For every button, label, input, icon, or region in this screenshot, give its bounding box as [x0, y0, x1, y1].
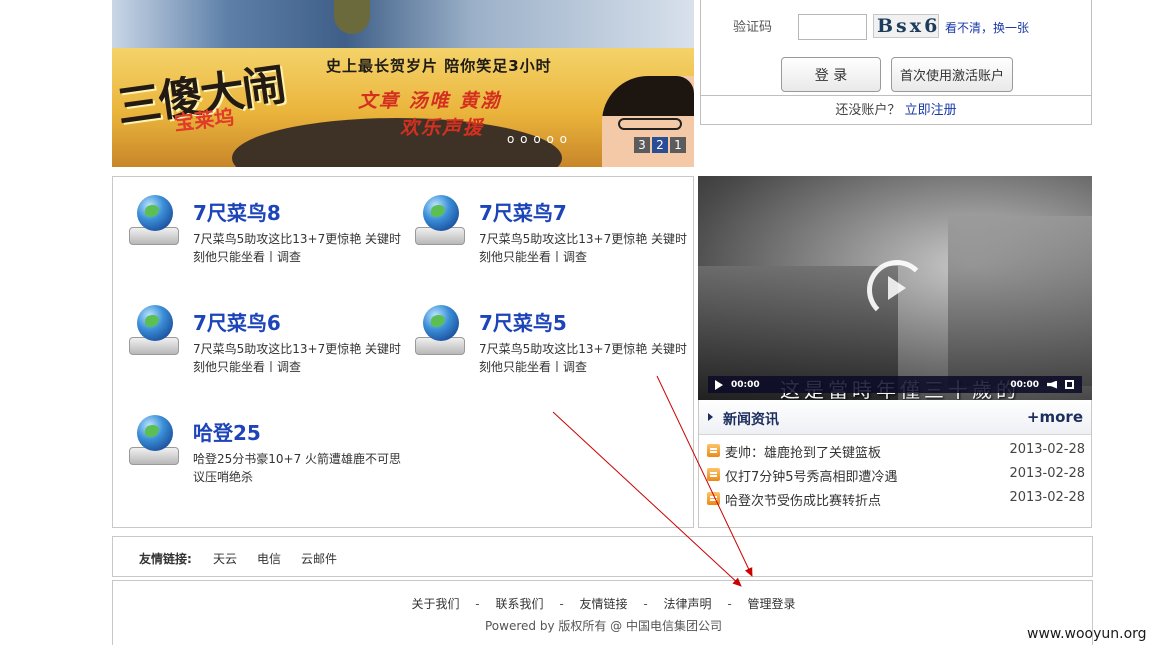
- news-card: 7尺菜鸟6 7尺菜鸟5助攻这比13+7更惊艳 关键时刻他只能坐看丨调查: [127, 303, 401, 399]
- news-date: 2013-02-28: [1009, 490, 1085, 505]
- news-card-desc: 7尺菜鸟5助攻这比13+7更惊艳 关键时刻他只能坐看丨调查: [193, 342, 402, 374]
- news-list-header: 新闻资讯 +more: [699, 400, 1091, 435]
- separator: -: [475, 597, 480, 611]
- register-prompt: 还没账户？ 立即注册: [701, 99, 1091, 118]
- arrow-right-icon: [708, 413, 713, 421]
- news-date: 2013-02-28: [1009, 466, 1085, 481]
- news-card-title[interactable]: 7尺菜鸟6: [193, 307, 281, 336]
- friend-link-dianxin[interactable]: 电信: [257, 550, 281, 567]
- footer-link-legal[interactable]: 法律声明: [664, 597, 712, 611]
- news-card: 7尺菜鸟7 7尺菜鸟5助攻这比13+7更惊艳 关键时刻他只能坐看丨调查: [413, 193, 687, 289]
- footer-nav: 关于我们 - 联系我们 - 友情链接 - 法律声明 - 管理登录: [113, 595, 1094, 612]
- document-icon: [707, 444, 720, 457]
- banner-support: 欢乐声援: [400, 117, 485, 139]
- footer-link-admin-login[interactable]: 管理登录: [748, 597, 796, 611]
- news-list-panel: 新闻资讯 +more 麦帅：雄鹿抢到了关键篮板 2013-02-28 仅打7分钟…: [698, 400, 1092, 528]
- news-card: 哈登25 哈登25分书豪10+7 火箭遭雄鹿不可思议压哨绝杀: [127, 413, 401, 509]
- play-button-icon[interactable]: [715, 379, 723, 390]
- banner-bubbles: o o o o o: [507, 132, 568, 146]
- register-link[interactable]: 立即注册: [905, 103, 957, 118]
- copyright-text: Powered by 版权所有 @ 中国电信集团公司: [485, 619, 722, 633]
- footer-link-about[interactable]: 关于我们: [411, 597, 459, 611]
- footer-link-contact[interactable]: 联系我们: [495, 597, 543, 611]
- login-panel: 验证码 Bsx6 看不清，换一张 登 录 首次使用激活账户 还没账户？ 立即注册: [700, 0, 1092, 125]
- globe-icon: [127, 193, 181, 249]
- separator: -: [727, 597, 732, 611]
- news-card-title[interactable]: 7尺菜鸟8: [193, 197, 281, 226]
- movie-logo: 三傻大闹 宝莱坞: [114, 60, 346, 138]
- list-item: 麦帅：雄鹿抢到了关键篮板 2013-02-28: [707, 440, 1085, 461]
- watermark: www.wooyun.org: [1027, 626, 1147, 642]
- captcha-refresh-link[interactable]: 看不清，换一张: [945, 19, 1029, 36]
- news-headline[interactable]: 仅打7分钟5号秀高相即遭冷遇: [725, 466, 898, 485]
- globe-icon: [413, 193, 467, 249]
- divider: [701, 95, 1091, 96]
- microphone-graphic: [334, 0, 370, 34]
- banner-slogan: 史上最长贺岁片 陪你笑足3小时: [326, 57, 552, 75]
- news-card-title[interactable]: 哈登25: [193, 417, 261, 446]
- globe-icon: [127, 413, 181, 469]
- banner-photo: [112, 0, 694, 48]
- actress-portrait: [602, 76, 694, 167]
- friend-links-bar: 友情链接: 天云 电信 云邮件: [112, 536, 1093, 577]
- friend-link-tianyun[interactable]: 天云: [213, 550, 237, 567]
- current-time: 00:00: [731, 379, 760, 390]
- no-account-text: 还没账户？: [835, 103, 901, 118]
- banner-stars: 文章 汤唯 黄渤: [358, 90, 502, 112]
- news-card-desc: 7尺菜鸟5助攻这比13+7更惊艳 关键时刻他只能坐看丨调查: [479, 342, 688, 374]
- list-item: 仅打7分钟5号秀高相即遭冷遇 2013-02-28: [707, 464, 1085, 485]
- footer: 关于我们 - 联系我们 - 友情链接 - 法律声明 - 管理登录 Powered…: [112, 580, 1093, 645]
- video-player[interactable]: 这是當時年僅三十歲的 00:00 00:00: [698, 176, 1092, 400]
- news-card: 7尺菜鸟8 7尺菜鸟5助攻这比13+7更惊艳 关键时刻他只能坐看丨调查: [127, 193, 401, 289]
- news-card-desc: 哈登25分书豪10+7 火箭遭雄鹿不可思议压哨绝杀: [193, 452, 402, 484]
- activate-account-button[interactable]: 首次使用激活账户: [891, 57, 1013, 92]
- total-time: 00:00: [1010, 379, 1039, 390]
- news-card: 7尺菜鸟5 7尺菜鸟5助攻这比13+7更惊艳 关键时刻他只能坐看丨调查: [413, 303, 687, 399]
- separator: -: [643, 597, 648, 611]
- captcha-image[interactable]: Bsx6: [873, 14, 939, 38]
- more-link[interactable]: +more: [1027, 408, 1083, 426]
- friend-links-label: 友情链接:: [139, 552, 192, 566]
- news-headline[interactable]: 哈登次节受伤成比赛转折点: [725, 490, 881, 509]
- play-icon[interactable]: [888, 276, 906, 300]
- news-card-title[interactable]: 7尺菜鸟5: [479, 307, 567, 336]
- globe-icon: [413, 303, 467, 359]
- login-button[interactable]: 登 录: [781, 57, 881, 92]
- news-card-desc: 7尺菜鸟5助攻这比13+7更惊艳 关键时刻他只能坐看丨调查: [479, 232, 688, 264]
- slide-dot-1[interactable]: 1: [670, 137, 686, 153]
- separator: -: [559, 597, 564, 611]
- news-list-title: 新闻资讯: [723, 412, 779, 428]
- slide-dot-3[interactable]: 3: [634, 137, 650, 153]
- captcha-label: 验证码: [733, 20, 773, 35]
- globe-icon: [127, 303, 181, 359]
- news-headline[interactable]: 麦帅：雄鹿抢到了关键篮板: [725, 442, 881, 461]
- slide-indicators: 3 2 1: [634, 137, 686, 153]
- list-item: 哈登次节受伤成比赛转折点 2013-02-28: [707, 488, 1085, 509]
- captcha-input[interactable]: [798, 14, 867, 40]
- friend-link-yunyoujian[interactable]: 云邮件: [301, 550, 337, 567]
- fullscreen-icon[interactable]: [1065, 380, 1074, 389]
- document-icon: [707, 492, 720, 505]
- slide-dot-2[interactable]: 2: [652, 137, 668, 153]
- promo-banner[interactable]: 三傻大闹 宝莱坞 史上最长贺岁片 陪你笑足3小时 文章 汤唯 黄渤 欢乐声援 o…: [112, 0, 694, 167]
- news-card-title[interactable]: 7尺菜鸟7: [479, 197, 567, 226]
- news-date: 2013-02-28: [1009, 442, 1085, 457]
- video-controls: 00:00 00:00: [708, 376, 1082, 393]
- footer-link-friends[interactable]: 友情链接: [579, 597, 627, 611]
- document-icon: [707, 468, 720, 481]
- volume-icon[interactable]: [1047, 380, 1057, 389]
- movie-logo-sub: 宝莱坞: [173, 104, 236, 136]
- news-grid: 7尺菜鸟8 7尺菜鸟5助攻这比13+7更惊艳 关键时刻他只能坐看丨调查 7尺菜鸟…: [112, 176, 694, 528]
- news-card-desc: 7尺菜鸟5助攻这比13+7更惊艳 关键时刻他只能坐看丨调查: [193, 232, 402, 264]
